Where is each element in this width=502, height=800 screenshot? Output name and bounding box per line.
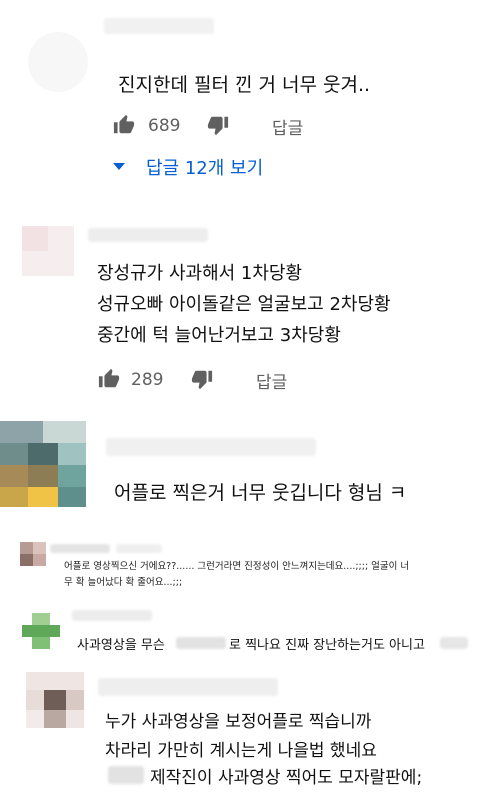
comment-line-1: 어플로 영상찍으신 거에요??...... 그런거라면 진정성이 안느껴지는데요… [64,561,410,572]
author-name-redacted[interactable] [106,438,316,456]
avatar-tile [33,542,46,554]
avatar-tile [0,421,43,443]
author-name-redacted[interactable] [98,678,278,696]
avatar-tile [58,487,86,507]
avatar-tile [58,443,86,465]
thumbs-up-icon [113,114,135,134]
avatar-tile [20,554,33,566]
author-name-redacted[interactable] [104,18,214,34]
comment-text: 진지한데 필터 낀 거 너무 웃겨.. [118,74,371,96]
avatar-tile [32,637,50,649]
avatar-tile [28,487,58,507]
dislike-button[interactable] [206,114,230,136]
reply-button[interactable]: 답글 [256,368,287,393]
comment-line-3: 제작진이 사과영상 찍어도 모자랄판에; [150,768,423,788]
avatar[interactable] [28,32,88,92]
comment-line-1: 장성규가 사과해서 1차당황 [97,263,303,284]
author-name-redacted[interactable] [72,610,152,621]
author-name-redacted[interactable] [50,544,110,553]
avatar-tile [58,465,86,487]
avatar-tile [28,465,58,487]
comment-line-1: 누가 사과영상을 보정어플로 찍습니까 [105,712,372,732]
dislike-button[interactable] [190,368,214,390]
avatar[interactable] [22,613,60,649]
comment-line-3: 중간에 턱 늘어난거보고 3차당황 [97,325,341,346]
avatar-tile [66,690,84,710]
comment-text: 어플로 찍은거 너무 웃깁니다 형님 ㅋ [114,482,407,504]
avatar[interactable] [20,542,46,566]
avatar-tile [33,554,46,566]
like-button[interactable] [97,368,121,390]
avatar-tile [26,690,44,710]
view-replies-button[interactable]: 답글 12개 보기 [112,154,312,180]
reply-button[interactable]: 답글 [272,114,303,139]
comment-line-2: 성규오빠 아이돌같은 얼굴보고 2차당황 [97,294,391,315]
thumbs-up-icon [98,368,120,388]
thumbs-down-icon [191,370,213,390]
avatar-tile [66,710,84,728]
avatar-tile [43,421,86,443]
comment-text-part-2: 로 찍나요 진짜 장난하는거도 아니고 [229,638,425,653]
comment-line-2: 무 확 늘어났다 확 줄어요...;;; [64,577,183,588]
avatar-tile [20,542,33,554]
avatar-tile [32,613,50,625]
redacted-word [108,766,144,784]
avatar-tile [22,625,60,637]
like-count: 689 [148,116,181,136]
like-button[interactable] [112,114,136,136]
avatar-tile [44,690,66,710]
avatar-tile [44,710,66,728]
view-replies-label: 답글 12개 보기 [146,158,264,179]
avatar-tile [28,443,58,465]
avatar-tile [0,443,28,465]
caret-down-icon [113,163,125,170]
thumbs-down-icon [207,116,229,136]
avatar-tile [26,710,44,728]
redacted-word [176,637,226,649]
avatar-tile [0,487,28,507]
avatar[interactable] [0,421,86,507]
like-count: 289 [131,370,164,390]
comment-text-part-1: 사과영상을 무슨 [77,638,165,653]
avatar-tile [26,672,84,690]
author-name-redacted[interactable] [88,228,208,242]
comment-line-2: 차라리 가만히 계시는게 나을법 했네요 [105,741,377,761]
avatar-tile [0,465,28,487]
author-meta-redacted [116,544,162,553]
redacted-word [440,637,468,649]
avatar[interactable] [26,672,84,728]
avatar-tile [22,226,48,251]
